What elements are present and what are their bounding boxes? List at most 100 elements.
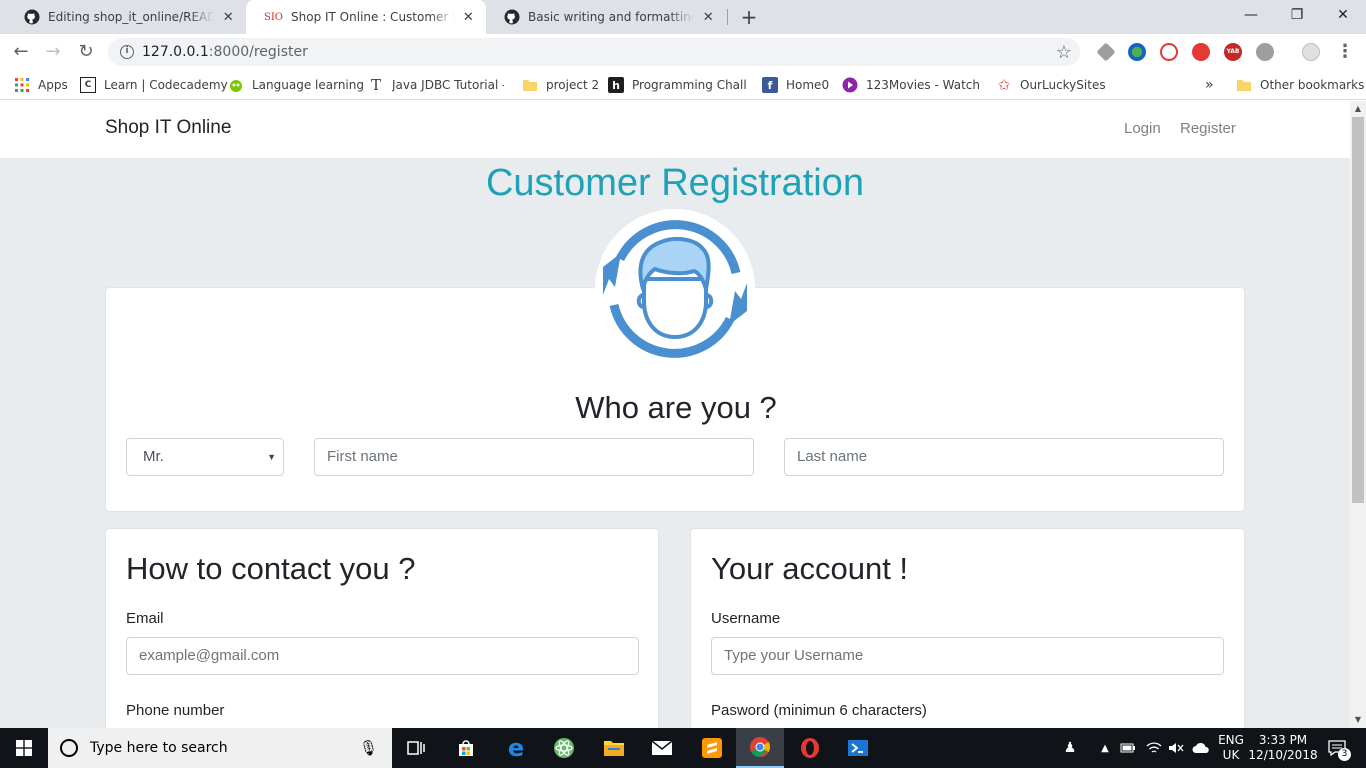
microphone-icon[interactable]: 🎙: [359, 739, 378, 757]
page-scrollbar[interactable]: ▲ ▼: [1350, 101, 1366, 728]
language-code: ENG: [1218, 733, 1244, 747]
bookmark-apps[interactable]: Apps: [14, 76, 68, 94]
register-link[interactable]: Register: [1180, 120, 1236, 137]
tab-strip: Editing shop_it_online/README.m ✕ SIO Sh…: [0, 0, 1366, 34]
windows-taskbar: Type here to search 🎙 e ♟ ▲ ENG UK 3:33 …: [0, 728, 1366, 768]
bookmark-123movies[interactable]: 123Movies - Watch M: [842, 76, 980, 94]
tab-title: Basic writing and formatting synt: [528, 10, 695, 24]
clock[interactable]: 3:33 PM 12/10/2018: [1248, 728, 1318, 768]
opera-extension-icon[interactable]: [1192, 43, 1210, 61]
edge-icon[interactable]: e: [492, 728, 540, 768]
username-input[interactable]: Type your Username: [711, 637, 1224, 675]
back-arrow-icon[interactable]: ←: [10, 41, 32, 63]
title-select[interactable]: Mr. ▼: [126, 438, 284, 476]
atom-icon[interactable]: [540, 728, 588, 768]
blocker-extension-icon[interactable]: [1160, 43, 1178, 61]
restore-button[interactable]: ❐: [1274, 0, 1320, 30]
tab-divider: [727, 9, 728, 25]
user-avatar-icon: [595, 209, 755, 369]
action-center-icon[interactable]: 3: [1320, 728, 1354, 768]
site-brand[interactable]: Shop IT Online: [105, 117, 231, 139]
yab-extension-icon[interactable]: YAB: [1224, 43, 1242, 61]
globe-extension-icon[interactable]: [1128, 43, 1146, 61]
email-input[interactable]: example@gmail.com: [126, 637, 639, 675]
facebook-icon: f: [762, 77, 778, 93]
windows-start-icon[interactable]: [0, 728, 48, 768]
store-icon[interactable]: [442, 728, 490, 768]
github-icon: [504, 9, 520, 25]
tab-github-docs[interactable]: Basic writing and formatting synt ✕: [486, 0, 726, 34]
caret-down-icon: ▼: [267, 452, 276, 462]
phone-label: Phone number: [126, 702, 225, 719]
battery-icon[interactable]: [1118, 728, 1138, 768]
task-view-icon[interactable]: [392, 728, 440, 768]
bookmark-project-2[interactable]: project 2: [522, 76, 599, 94]
scroll-up-icon[interactable]: ▲: [1350, 101, 1366, 117]
title-select-value: Mr.: [143, 448, 164, 465]
bookmark-star-icon[interactable]: ☆: [1056, 42, 1072, 63]
first-name-input[interactable]: First name: [314, 438, 754, 476]
volume-muted-icon[interactable]: [1166, 728, 1186, 768]
url-path: :8000/register: [208, 44, 308, 60]
site-navbar: Shop IT Online Login Register: [0, 101, 1350, 158]
people-icon[interactable]: ♟: [1058, 728, 1082, 768]
bookmark-jdbc-tutorial[interactable]: T Java JDBC Tutorial - J: [368, 76, 504, 94]
wifi-icon[interactable]: [1144, 728, 1164, 768]
bookmark-programming-challenges[interactable]: h Programming Challen: [608, 76, 746, 94]
close-icon[interactable]: ✕: [220, 10, 236, 25]
apps-grid-icon: [14, 77, 30, 93]
scrollbar-thumb[interactable]: [1352, 117, 1364, 503]
info-icon[interactable]: i: [120, 45, 134, 59]
opera-icon[interactable]: [786, 728, 834, 768]
forward-arrow-icon[interactable]: →: [42, 41, 64, 63]
close-icon[interactable]: ✕: [700, 10, 716, 25]
username-label: Username: [711, 610, 781, 627]
profile-avatar-icon[interactable]: [1302, 43, 1320, 61]
page-title: Customer Registration: [485, 162, 865, 204]
bookmark-home0[interactable]: f Home0: [762, 76, 829, 94]
password-label: Pasword (minimun 6 characters): [711, 702, 927, 719]
bookmark-codecademy[interactable]: C Learn | Codecademy: [80, 76, 228, 94]
sublime-text-icon[interactable]: [688, 728, 736, 768]
powershell-icon[interactable]: [834, 728, 882, 768]
onedrive-icon[interactable]: [1190, 728, 1212, 768]
bookmark-other[interactable]: Other bookmarks: [1236, 76, 1364, 94]
who-heading: Who are you ?: [575, 390, 777, 425]
show-hidden-icons-chevron[interactable]: ▲: [1096, 728, 1114, 768]
taskbar-search-placeholder: Type here to search: [90, 740, 228, 756]
bookmark-ourluckysites[interactable]: ✩ OurLuckySites: [996, 76, 1106, 94]
minimize-button[interactable]: —: [1228, 0, 1274, 30]
duolingo-icon: [228, 77, 244, 93]
scroll-down-icon[interactable]: ▼: [1350, 712, 1366, 728]
new-tab-button[interactable]: +: [738, 6, 760, 28]
tab-readme[interactable]: Editing shop_it_online/README.m ✕: [6, 0, 246, 34]
account-card: Your account ! Username Type your Userna…: [690, 528, 1245, 728]
contact-heading: How to contact you ?: [126, 551, 416, 586]
notification-count-badge: 3: [1338, 748, 1351, 761]
chrome-taskbar-icon[interactable]: [736, 728, 784, 768]
browser-toolbar: ← → ↻ i 127.0.0.1:8000/register ☆ YAB ⋮: [0, 34, 1366, 70]
mail-icon[interactable]: [638, 728, 686, 768]
more-bookmarks-chevron[interactable]: »: [1205, 76, 1214, 94]
file-explorer-icon[interactable]: [590, 728, 638, 768]
cortana-icon: [60, 739, 78, 757]
page-viewport: Shop IT Online Login Register Customer R…: [0, 101, 1350, 728]
bookmark-language-learning[interactable]: Language learning: [228, 76, 364, 94]
reload-icon[interactable]: ↻: [75, 41, 97, 63]
login-link[interactable]: Login: [1124, 120, 1161, 137]
language-indicator[interactable]: ENG UK: [1214, 728, 1248, 768]
folder-icon: [1236, 77, 1252, 93]
address-bar[interactable]: i 127.0.0.1:8000/register ☆: [108, 38, 1080, 66]
last-name-input[interactable]: Last name: [784, 438, 1224, 476]
clock-date: 12/10/2018: [1248, 748, 1318, 762]
codecademy-icon: C: [80, 77, 96, 93]
taskbar-search[interactable]: Type here to search 🎙: [48, 728, 392, 768]
menu-dots-icon[interactable]: ⋮: [1334, 41, 1356, 63]
window-close-button[interactable]: ✕: [1320, 0, 1366, 30]
drive-extension-icon[interactable]: [1096, 42, 1116, 62]
compass-extension-icon[interactable]: [1256, 43, 1274, 61]
tab-registration[interactable]: SIO Shop IT Online : Customer Regist ✕: [246, 0, 486, 34]
close-icon[interactable]: ✕: [461, 10, 476, 25]
keyboard-region: UK: [1222, 748, 1240, 762]
t-letter-icon: T: [370, 76, 381, 94]
